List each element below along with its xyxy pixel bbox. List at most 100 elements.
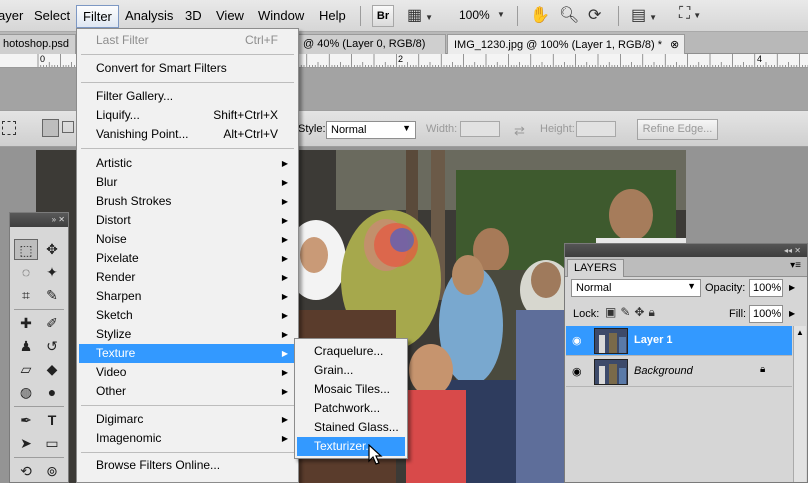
submenu-arrow-icon: ▶	[281, 159, 288, 168]
tab-layers[interactable]: LAYERS	[567, 259, 624, 277]
visibility-eye-icon[interactable]: ◉	[572, 365, 582, 378]
opacity-dropdown-icon[interactable]: ▶	[789, 283, 795, 292]
menu-item-distort[interactable]: Distort ▶	[79, 211, 296, 230]
menu-layer[interactable]: ayer	[0, 8, 23, 23]
close-tab-icon[interactable]: ⊗	[670, 39, 679, 51]
opacity-field[interactable]: 100%	[749, 279, 783, 297]
paint-bucket-icon[interactable]: ◆	[40, 359, 64, 380]
layers-panel-header[interactable]: ◂◂ ✕	[565, 244, 807, 257]
tools-panel-header[interactable]: » ✕	[10, 213, 68, 227]
path-selection-icon[interactable]: ➤	[14, 433, 38, 454]
brush-tool-icon[interactable]: ✐	[40, 313, 64, 334]
zoom-tool-icon[interactable]: 🔍︎	[559, 5, 579, 25]
menu-item-vanishing-point[interactable]: Vanishing Point... Alt+Ctrl+V	[79, 125, 296, 144]
history-brush-icon[interactable]: ↺	[40, 336, 64, 357]
submenu-item-craquelure[interactable]: Craquelure...	[297, 342, 405, 361]
submenu-arrow-icon: ▶	[281, 273, 288, 282]
pen-tool-icon[interactable]: ✒	[14, 410, 38, 431]
menu-item-artistic[interactable]: Artistic ▶	[79, 154, 296, 173]
menu-item-pixelate[interactable]: Pixelate ▶	[79, 249, 296, 268]
view-extras-icon[interactable]: ▦ ▼	[407, 5, 433, 25]
magic-wand-icon[interactable]: ✦	[40, 262, 64, 283]
rectangular-marquee-icon[interactable]: ⬚	[14, 239, 38, 260]
bridge-button[interactable]: Br	[372, 5, 394, 27]
width-field[interactable]	[460, 121, 500, 137]
move-tool-icon[interactable]: ✥	[40, 239, 64, 260]
layers-scrollbar[interactable]: ▲	[793, 326, 806, 482]
zoom-dropdown-icon[interactable]: ▼	[497, 10, 505, 19]
marquee-preset-icon[interactable]	[2, 121, 16, 135]
dodge-tool-icon[interactable]: ●	[40, 382, 64, 403]
menu-item-browse-filters-online[interactable]: Browse Filters Online...	[79, 456, 296, 475]
mouse-cursor-icon	[368, 444, 383, 465]
blend-mode-select[interactable]: Normal ▼	[571, 279, 701, 297]
layer-name: Background	[634, 365, 693, 377]
ruler-number: 2	[398, 54, 404, 64]
submenu-item-stained-glass[interactable]: Stained Glass...	[297, 418, 405, 437]
menu-item-filter-gallery[interactable]: Filter Gallery...	[79, 87, 296, 106]
menu-item-imagenomic[interactable]: Imagenomic ▶	[79, 429, 296, 448]
menu-item-render[interactable]: Render ▶	[79, 268, 296, 287]
healing-brush-icon[interactable]: ✚	[14, 313, 38, 334]
swap-dimensions-icon[interactable]: ⇄	[514, 123, 525, 139]
menu-filter[interactable]: Filter	[76, 5, 119, 28]
menu-item-sharpen[interactable]: Sharpen ▶	[79, 287, 296, 306]
3d-orbit-icon[interactable]: ⊚	[40, 461, 64, 482]
ruler-number: 4	[757, 54, 763, 64]
menu-item-stylize[interactable]: Stylize ▶	[79, 325, 296, 344]
fill-field[interactable]: 100%	[749, 305, 783, 323]
submenu-item-texturizer[interactable]: Texturizer...	[297, 437, 405, 456]
new-selection-icon[interactable]	[42, 119, 59, 137]
lasso-tool-icon[interactable]: ◌	[14, 262, 38, 283]
hand-tool-icon[interactable]: ✋	[530, 5, 550, 25]
add-selection-icon[interactable]	[62, 121, 74, 133]
menu-item-liquify[interactable]: Liquify... Shift+Ctrl+X	[79, 106, 296, 125]
submenu-item-grain[interactable]: Grain...	[297, 361, 405, 380]
menu-item-convert-smart-filters[interactable]: Convert for Smart Filters	[79, 59, 296, 78]
3d-rotate-icon[interactable]: ⟲	[14, 461, 38, 482]
style-select[interactable]: Normal ▼	[326, 121, 416, 139]
height-field[interactable]	[576, 121, 616, 137]
shape-tool-icon[interactable]: ▭	[40, 433, 64, 454]
layer-row-background[interactable]: ◉ Background 🔒︎	[566, 357, 792, 387]
submenu-arrow-icon: ▶	[281, 235, 288, 244]
menu-item-sketch[interactable]: Sketch ▶	[79, 306, 296, 325]
lock-options-icon[interactable]: ▣✎✥🔒︎	[605, 305, 659, 320]
submenu-item-mosaic-tiles[interactable]: Mosaic Tiles...	[297, 380, 405, 399]
menu-select[interactable]: Select	[34, 8, 70, 23]
menu-item-other[interactable]: Other ▶	[79, 382, 296, 401]
menu-window[interactable]: Window	[258, 8, 304, 23]
eyedropper-icon[interactable]: ✎	[40, 285, 64, 306]
menu-analysis[interactable]: Analysis	[125, 8, 173, 23]
clone-stamp-icon[interactable]: ♟	[14, 336, 38, 357]
type-tool-icon[interactable]: T	[40, 410, 64, 431]
arrange-documents-icon[interactable]: ▤ ▼	[631, 5, 657, 25]
tab-img-1230[interactable]: IMG_1230.jpg @ 100% (Layer 1, RGB/8) * ⊗	[447, 34, 685, 54]
fill-dropdown-icon[interactable]: ▶	[789, 309, 795, 318]
menu-item-brush-strokes[interactable]: Brush Strokes ▶	[79, 192, 296, 211]
menu-item-blur[interactable]: Blur ▶	[79, 173, 296, 192]
visibility-eye-icon[interactable]: ◉	[572, 334, 582, 347]
menu-help[interactable]: Help	[319, 8, 346, 23]
menu-item-noise[interactable]: Noise ▶	[79, 230, 296, 249]
menu-view[interactable]: View	[216, 8, 244, 23]
menu-item-video[interactable]: Video ▶	[79, 363, 296, 382]
eraser-icon[interactable]: ▱	[14, 359, 38, 380]
menu-item-digimarc[interactable]: Digimarc ▶	[79, 410, 296, 429]
menu-3d[interactable]: 3D	[185, 8, 202, 23]
screen-mode-icon[interactable]: ⛶ ▼	[679, 5, 701, 23]
submenu-item-patchwork[interactable]: Patchwork...	[297, 399, 405, 418]
crop-tool-icon[interactable]: ⌗	[14, 285, 38, 306]
blur-tool-icon[interactable]: ◍	[14, 382, 38, 403]
fill-label: Fill:	[729, 308, 747, 320]
tab-photoshop-psd[interactable]: hotoshop.psd	[0, 34, 76, 54]
tab-layer0[interactable]: @ 40% (Layer 0, RGB/8)	[296, 34, 446, 54]
layer-row-layer-1[interactable]: ◉ Layer 1	[566, 326, 792, 356]
panel-menu-icon[interactable]: ▾≡	[790, 260, 801, 271]
submenu-arrow-icon: ▶	[281, 216, 288, 225]
refine-edge-button[interactable]: Refine Edge...	[637, 119, 718, 140]
rotate-view-icon[interactable]: ⟳	[588, 5, 601, 25]
submenu-arrow-icon: ▶	[281, 197, 288, 206]
menu-item-texture[interactable]: Texture ▶	[79, 344, 296, 363]
zoom-level[interactable]: 100%	[459, 8, 490, 22]
